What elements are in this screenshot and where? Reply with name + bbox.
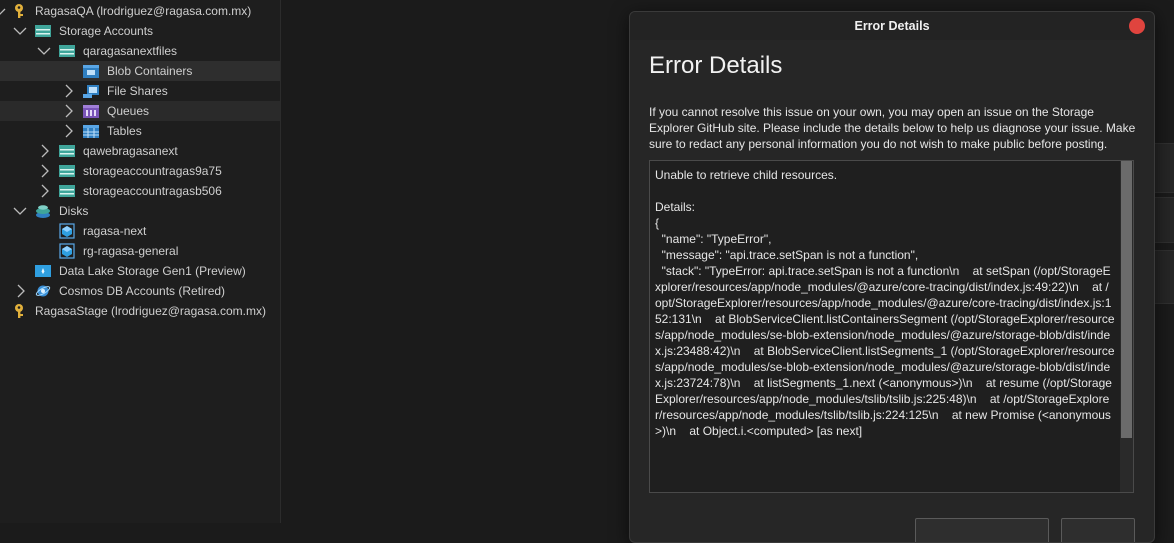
chevron-down-icon[interactable] [0,1,8,21]
tree-item-storageaccountragasb506[interactable]: storageaccountragasb506 [0,181,280,201]
tree-item-label: File Shares [107,84,168,98]
tree-item-label: Disks [59,204,89,218]
tree-item-file-shares[interactable]: File Shares [0,81,280,101]
tree-item-label: Data Lake Storage Gen1 (Preview) [59,264,246,278]
cosmos-db-icon [35,283,51,299]
chevron-right-icon[interactable] [39,141,53,161]
chevron-down-icon[interactable] [13,21,27,41]
tree-item-label: RagasaQA (lrodriguez@ragasa.com.mx) [35,4,252,18]
dialog-heading: Error Details [649,52,783,79]
dialog-titlebar: Error Details [630,12,1154,40]
key-icon [11,3,27,19]
tree-item-label: qaragasanextfiles [83,44,178,58]
error-details-text[interactable]: Unable to retrieve child resources. Deta… [655,167,1115,439]
error-details-textarea[interactable]: Unable to retrieve child resources. Deta… [649,160,1134,493]
chevron-right-icon[interactable] [39,181,53,201]
tree-item-storageaccountragas9a75[interactable]: storageaccountragas9a75 [0,161,280,181]
tree-item-cosmos-db[interactable]: Cosmos DB Accounts (Retired) [0,281,280,301]
chevron-right-icon[interactable] [39,161,53,181]
tree-item-label: Tables [107,124,142,138]
key-icon [11,303,27,319]
chevron-right-icon[interactable] [63,121,77,141]
tree-item-label: Storage Accounts [59,24,154,38]
tree-item-label: storageaccountragasb506 [83,184,222,198]
chevron-right-icon[interactable] [63,81,77,101]
dialog-description: If you cannot resolve this issue on your… [649,105,1136,151]
tree-item-blob-containers[interactable]: Blob Containers [0,61,280,81]
close-button[interactable] [1129,18,1145,34]
data-lake-icon [35,263,51,279]
tree-item-rg-ragasa-general[interactable]: rg-ragasa-general [0,241,280,261]
tree-item-ragasaqa[interactable]: RagasaQA (lrodriguez@ragasa.com.mx) [0,1,280,21]
tree-item-label: Blob Containers [107,64,193,78]
storage-account-icon [59,163,75,179]
table-icon [83,123,99,139]
tree-item-label: ragasa-next [83,224,147,238]
chevron-down-icon[interactable] [37,41,51,61]
tree-item-tables[interactable]: Tables [0,121,280,141]
tree-item-ragasa-next[interactable]: ragasa-next [0,221,280,241]
chevron-right-icon[interactable] [15,281,29,301]
tree-item-queues[interactable]: Queues [0,101,280,121]
tree-item-qawebragasanext[interactable]: qawebragasanext [0,141,280,161]
dialog-close-button[interactable] [1061,518,1135,542]
file-share-icon [83,83,99,99]
tree-item-storage-accounts[interactable]: Storage Accounts [0,21,280,41]
tree-item-data-lake[interactable]: Data Lake Storage Gen1 (Preview) [0,261,280,281]
chevron-right-icon[interactable] [63,101,77,121]
tree-item-qaragasanextfiles[interactable]: qaragasanextfiles [0,41,280,61]
tree-item-label: rg-ragasa-general [83,244,179,258]
storage-account-icon [59,183,75,199]
tree-item-disks[interactable]: Disks [0,201,280,221]
tree-item-label: storageaccountragas9a75 [83,164,222,178]
queue-icon [83,103,99,119]
storage-account-icon [59,143,75,159]
disk-icon [59,223,75,239]
disks-icon [35,203,51,219]
tree-item-label: RagasaStage (lrodriguez@ragasa.com.mx) [35,304,266,318]
details-scrollbar[interactable] [1120,161,1133,492]
dialog-window-title: Error Details [854,19,930,33]
storage-account-icon [35,23,51,39]
blob-container-icon [83,63,99,79]
disk-icon [59,243,75,259]
storage-account-icon [59,43,75,59]
details-scrollbar-thumb[interactable] [1121,161,1132,438]
explorer-tree: RagasaQA (lrodriguez@ragasa.com.mx) Stor… [0,0,281,523]
dialog-action-button[interactable] [915,518,1049,542]
tree-item-label: qawebragasanext [83,144,178,158]
tree-item-ragasastage[interactable]: RagasaStage (lrodriguez@ragasa.com.mx) [0,301,280,321]
error-dialog: Error Details Error Details If you canno… [629,11,1155,543]
chevron-down-icon[interactable] [13,201,27,221]
tree-item-label: Cosmos DB Accounts (Retired) [59,284,226,298]
tree-item-label: Queues [107,104,150,118]
